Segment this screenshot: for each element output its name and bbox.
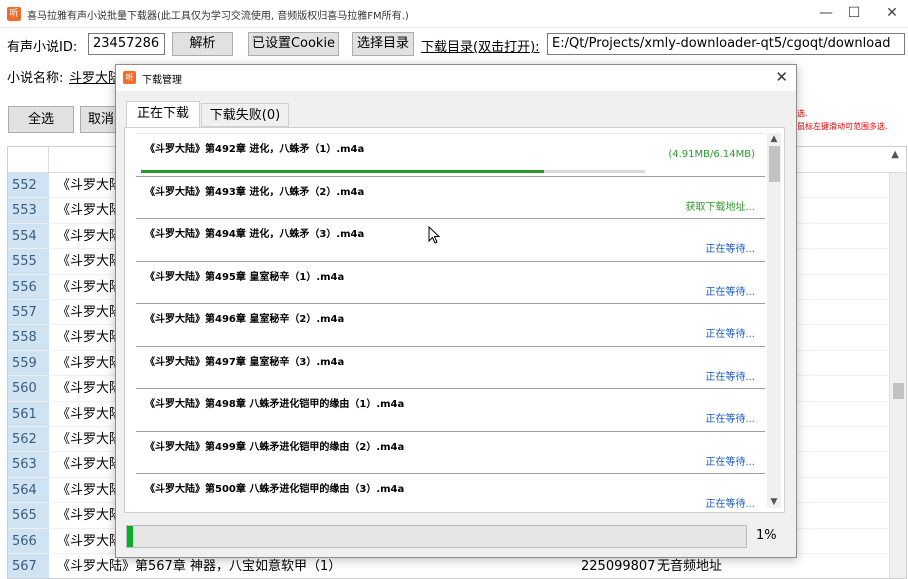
download-item-name: 《斗罗大陆》第495章 皇室秘辛（1）.m4a <box>145 271 345 283</box>
download-item[interactable]: 《斗罗大陆》第497章 皇室秘辛（3）.m4a 正在等待... <box>136 347 765 389</box>
row-title: 《斗罗大陆 <box>57 305 123 320</box>
download-item-status: 正在等待... <box>705 329 755 340</box>
total-progress-fill <box>127 526 134 547</box>
row-number: 561 <box>8 401 49 426</box>
download-item[interactable]: 《斗罗大陆》第496章 皇室秘辛（2）.m4a 正在等待... <box>136 304 765 347</box>
download-item-name: 《斗罗大陆》第498章 八蛛矛进化铠甲的缘由（1）.m4a <box>145 399 405 410</box>
download-item-status: 正在等待... <box>705 286 755 298</box>
dialog-title: 下载管理 <box>142 75 182 86</box>
download-item[interactable]: 《斗罗大陆》第495章 皇室秘辛（1）.m4a 正在等待... <box>136 262 765 304</box>
dialog-close-icon[interactable]: ✕ <box>775 68 788 86</box>
table-scrollbar-thumb[interactable] <box>893 383 904 399</box>
download-item-name: 《斗罗大陆》第497章 皇室秘辛（3）.m4a <box>145 356 345 368</box>
row-number: 567 <box>8 554 49 578</box>
cookie-button[interactable]: 已设置Cookie <box>248 32 339 56</box>
close-button[interactable]: ✕ <box>874 0 908 28</box>
download-item-status: 正在等待... <box>705 499 755 508</box>
select-all-button[interactable]: 全选 <box>8 106 74 133</box>
row-title: 《斗罗大陆 <box>57 178 123 193</box>
row-title: 《斗罗大陆 <box>57 457 123 473</box>
row-number: 560 <box>8 376 49 401</box>
choose-dir-button[interactable]: 选择目录 <box>352 32 414 56</box>
download-item-status: 正在等待... <box>705 244 755 255</box>
row-number: 564 <box>8 477 49 503</box>
row-title: 《斗罗大陆 <box>57 203 123 219</box>
download-item[interactable]: 《斗罗大陆》第492章 进化，八蛛矛（1）.m4a (4.91MB/6.14MB) <box>136 134 765 177</box>
novel-id-input[interactable]: 23457286 <box>88 33 165 55</box>
download-list-scrollbar[interactable]: ▲ ▼ <box>767 133 781 508</box>
row-number: 562 <box>8 427 49 452</box>
hint-line-1: 选. <box>797 109 808 118</box>
row-title: 《斗罗大陆 <box>57 406 123 422</box>
download-item[interactable]: 《斗罗大陆》第494章 进化，八蛛矛（3）.m4a 正在等待... <box>136 219 765 262</box>
row-title: 《斗罗大陆 <box>57 533 123 549</box>
scroll-up-icon[interactable]: ▲ <box>891 149 899 160</box>
tab-downloading[interactable]: 正在下载 <box>126 101 200 128</box>
download-manager-dialog: 听 下载管理 ✕ 正在下载 下载失败(0) 《斗罗大陆》第492章 进化，八蛛矛… <box>115 64 797 558</box>
novel-name-label: 小说名称: <box>7 71 64 86</box>
dialog-titlebar: 听 下载管理 ✕ <box>116 65 796 91</box>
download-item-name: 《斗罗大陆》第500章 八蛛矛进化铠甲的缘由（3）.m4a <box>145 484 405 495</box>
total-progress-label: 1% <box>756 528 777 543</box>
download-list: 《斗罗大陆》第492章 进化，八蛛矛（1）.m4a (4.91MB/6.14MB)… <box>136 133 765 508</box>
mouse-cursor-icon <box>428 226 440 244</box>
maximize-button[interactable]: ☐ <box>836 0 872 28</box>
download-item-status: 正在等待... <box>705 414 755 425</box>
row-title: 《斗罗大陆 <box>57 432 123 447</box>
download-item-status: 正在等待... <box>705 371 755 383</box>
parse-button[interactable]: 解析 <box>172 32 233 56</box>
download-item[interactable]: 《斗罗大陆》第493章 进化，八蛛矛（2）.m4a 获取下载地址... <box>136 177 765 219</box>
app-icon: 听 <box>7 7 21 21</box>
download-item-name: 《斗罗大陆》第494章 进化，八蛛矛（3）.m4a <box>145 229 365 240</box>
download-dir-link[interactable]: 下载目录(双击打开): <box>421 36 540 55</box>
row-number: 563 <box>8 452 49 477</box>
window-title: 喜马拉雅有声小说批量下载器(此工具仅为学习交流使用, 音频版权归喜马拉雅FM所有… <box>27 11 409 22</box>
row-number: 552 <box>8 173 49 198</box>
row-title: 《斗罗大陆 <box>57 254 123 270</box>
header-corner <box>8 147 49 173</box>
scroll-up-arrow-icon[interactable]: ▲ <box>767 134 781 144</box>
download-item-name: 《斗罗大陆》第499章 八蛛矛进化铠甲的缘由（2）.m4a <box>145 441 405 453</box>
tab-failed[interactable]: 下载失败(0) <box>201 103 289 127</box>
novel-id-label: 有声小说ID: <box>7 40 78 55</box>
row-number: 556 <box>8 274 49 299</box>
hint-line-2: 鼠标左键滑动可范围多选. <box>797 122 888 131</box>
row-number: 565 <box>8 503 49 528</box>
dialog-app-icon: 听 <box>123 71 136 84</box>
download-item-status: 正在等待... <box>705 456 755 468</box>
row-title: 《斗罗大陆 <box>57 228 123 244</box>
download-item-progress-bar <box>141 170 645 173</box>
row-number: 554 <box>8 223 49 249</box>
download-item-name: 《斗罗大陆》第496章 皇室秘辛（2）.m4a <box>145 314 345 325</box>
row-number: 559 <box>8 350 49 376</box>
download-item-status: (4.91MB/6.14MB) <box>668 149 755 160</box>
download-item-status: 获取下载地址... <box>685 201 755 213</box>
download-item[interactable]: 《斗罗大陆》第499章 八蛛矛进化铠甲的缘由（2）.m4a 正在等待... <box>136 432 765 474</box>
row-number: 555 <box>8 249 49 274</box>
cancel-select-button[interactable]: 取消 <box>80 106 116 133</box>
downloading-panel: 《斗罗大陆》第492章 进化，八蛛矛（1）.m4a (4.91MB/6.14MB)… <box>124 127 785 513</box>
main-titlebar: 听 喜马拉雅有声小说批量下载器(此工具仅为学习交流使用, 音频版权归喜马拉雅FM… <box>0 0 908 28</box>
download-item-progress-fill <box>141 170 545 173</box>
row-title: 《斗罗大陆 <box>57 279 123 295</box>
row-number: 557 <box>8 300 49 325</box>
download-item[interactable]: 《斗罗大陆》第500章 八蛛矛进化铠甲的缘由（3）.m4a 正在等待... <box>136 474 765 508</box>
row-number: 553 <box>8 198 49 223</box>
row-number: 558 <box>8 325 49 350</box>
row-title: 《斗罗大陆 <box>57 482 123 498</box>
download-dir-input[interactable]: E:/Qt/Projects/xmly-downloader-qt5/cgoqt… <box>547 33 905 55</box>
download-item[interactable]: 《斗罗大陆》第498章 八蛛矛进化铠甲的缘由（1）.m4a 正在等待... <box>136 389 765 432</box>
row-title: 《斗罗大陆 <box>57 508 123 524</box>
row-title: 《斗罗大陆 <box>57 381 123 397</box>
row-title: 《斗罗大陆 <box>57 355 123 371</box>
scroll-down-arrow-icon[interactable]: ▼ <box>767 497 781 507</box>
row-number: 566 <box>8 528 49 553</box>
table-scrollbar[interactable] <box>889 173 906 578</box>
download-item-name: 《斗罗大陆》第492章 进化，八蛛矛（1）.m4a <box>145 144 365 155</box>
row-title: 《斗罗大陆 <box>57 330 123 346</box>
novel-name-value: 斗罗大陆 <box>69 71 115 86</box>
total-progress-bar <box>126 525 747 548</box>
download-list-scrollbar-thumb[interactable] <box>769 146 780 182</box>
download-item-name: 《斗罗大陆》第493章 进化，八蛛矛（2）.m4a <box>145 186 365 198</box>
